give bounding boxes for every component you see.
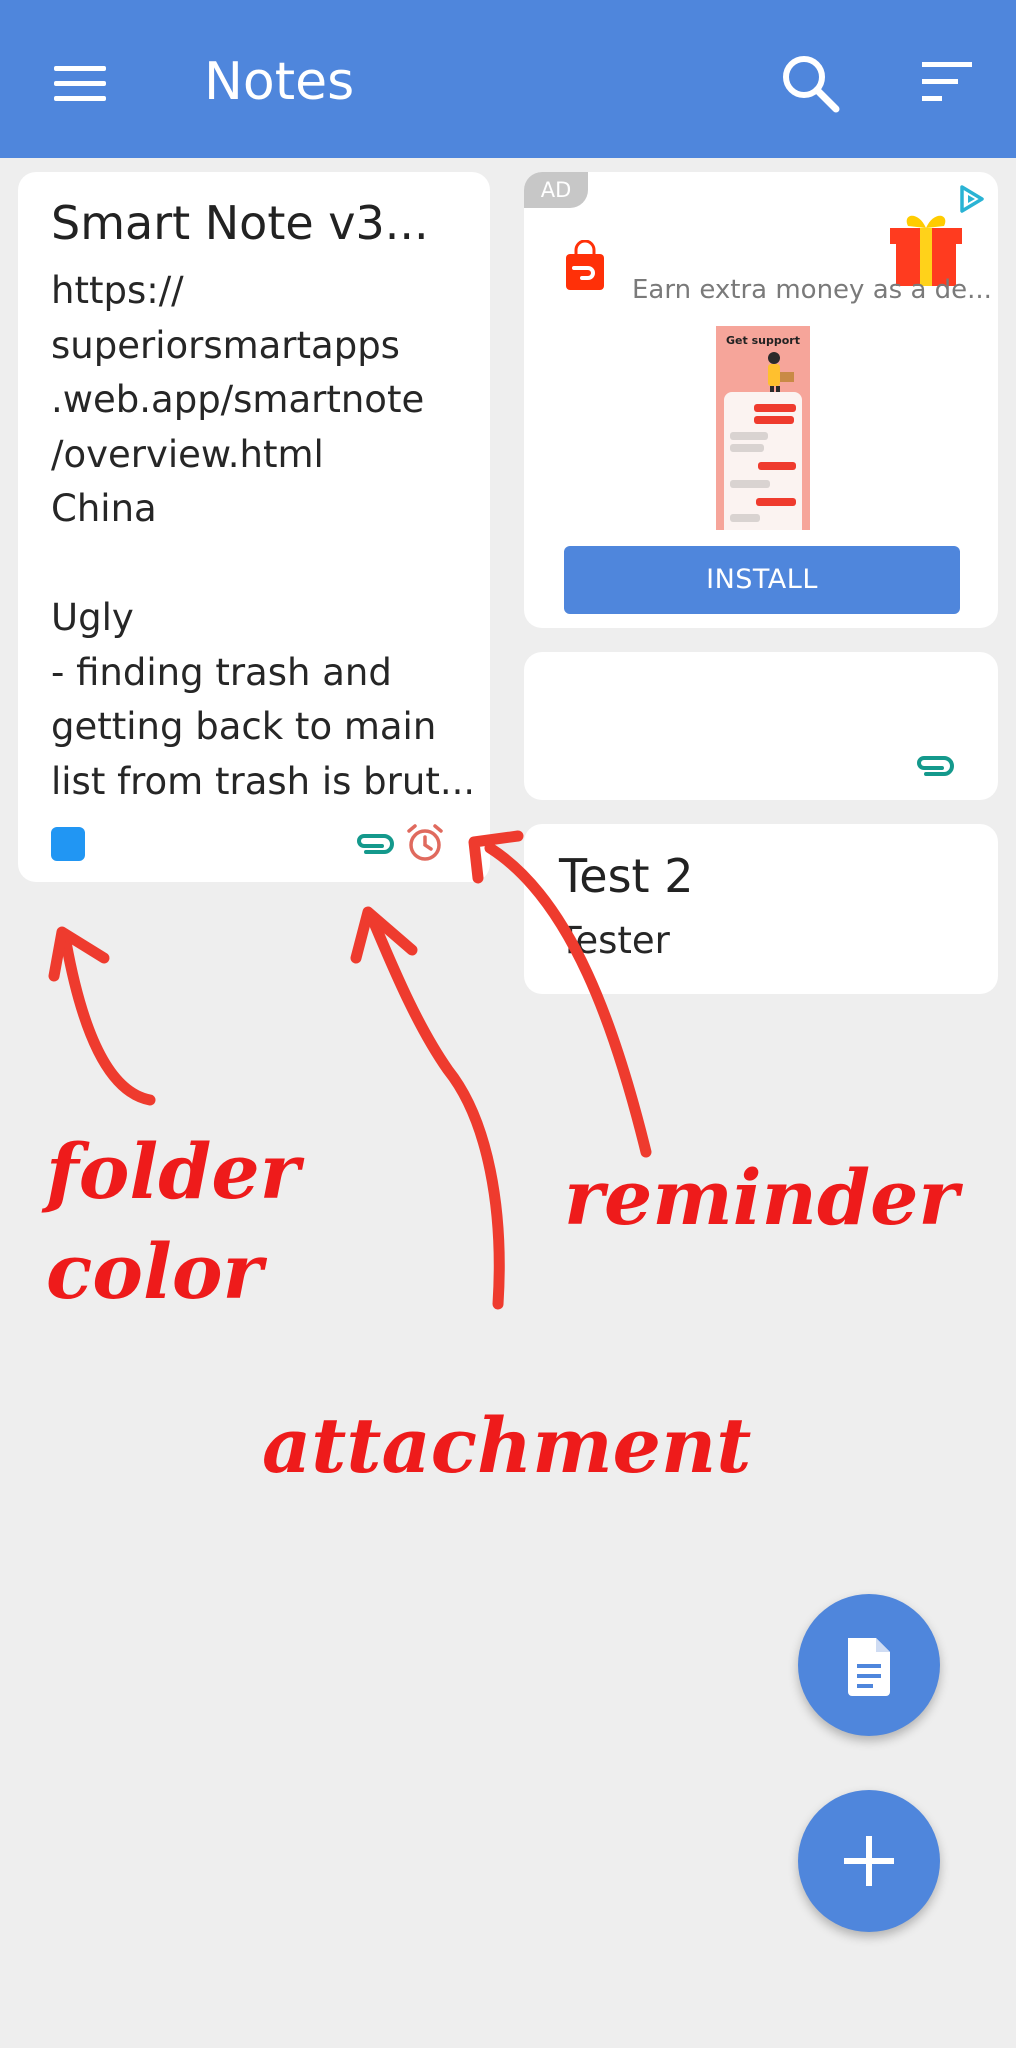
annotation-attachment-label: attachment bbox=[262, 1401, 752, 1490]
ad-phone-screen bbox=[724, 392, 802, 530]
note-card-test-2[interactable]: Test 2 Tester bbox=[524, 824, 998, 994]
note-body-line: superiorsmartapps bbox=[51, 323, 400, 367]
menu-icon[interactable] bbox=[40, 44, 118, 116]
new-text-note-button[interactable] bbox=[798, 1594, 940, 1736]
notes-screen: Notes Smart Note v3... https:// superior… bbox=[0, 0, 1016, 2048]
note-title: Smart Note v3... bbox=[51, 196, 429, 250]
note-body-line: /overview.html bbox=[51, 432, 324, 476]
ad-badge: AD bbox=[524, 172, 588, 208]
note-body: https:// superiorsmartapps .web.app/smar… bbox=[51, 264, 471, 809]
note-body-line bbox=[51, 537, 471, 592]
note-body-line: getting back to main bbox=[51, 705, 437, 748]
ad-image[interactable]: Get support bbox=[716, 326, 810, 530]
add-note-button[interactable] bbox=[798, 1790, 940, 1932]
sort-icon[interactable] bbox=[906, 44, 986, 124]
document-icon bbox=[848, 1638, 890, 1696]
note-title: Test 2 bbox=[559, 849, 694, 903]
note-body-line: .web.app/smartnote bbox=[51, 378, 425, 421]
note-card-smart-note[interactable]: Smart Note v3... https:// superiorsmarta… bbox=[18, 172, 490, 882]
reminder-alarm-icon bbox=[404, 822, 446, 864]
plus-icon bbox=[844, 1836, 894, 1886]
note-card-attachment[interactable] bbox=[524, 652, 998, 800]
note-body-line: - finding trash and bbox=[51, 650, 392, 694]
note-body-line: Ugly bbox=[51, 596, 134, 639]
note-body: Tester bbox=[559, 919, 670, 962]
page-title: Notes bbox=[204, 52, 355, 112]
doordash-logo-icon bbox=[564, 239, 606, 292]
install-button[interactable]: INSTALL bbox=[564, 546, 960, 614]
search-icon[interactable] bbox=[770, 44, 850, 124]
attachment-icon bbox=[352, 826, 396, 862]
ad-card[interactable]: AD Earn extra money as a de... Get suppo… bbox=[524, 172, 998, 628]
annotation-color-label: color bbox=[46, 1227, 263, 1316]
note-body-line: list from trash is brut... bbox=[51, 759, 471, 803]
attachment-icon bbox=[912, 748, 956, 784]
app-bar: Notes bbox=[0, 0, 1016, 158]
annotation-reminder-label: reminder bbox=[564, 1153, 959, 1242]
folder-color-swatch bbox=[51, 827, 85, 861]
ad-text: Earn extra money as a de... bbox=[632, 275, 992, 305]
note-body-line: https:// bbox=[51, 269, 184, 312]
annotation-folder-label: folder bbox=[46, 1127, 300, 1216]
note-body-line: China bbox=[51, 487, 157, 530]
